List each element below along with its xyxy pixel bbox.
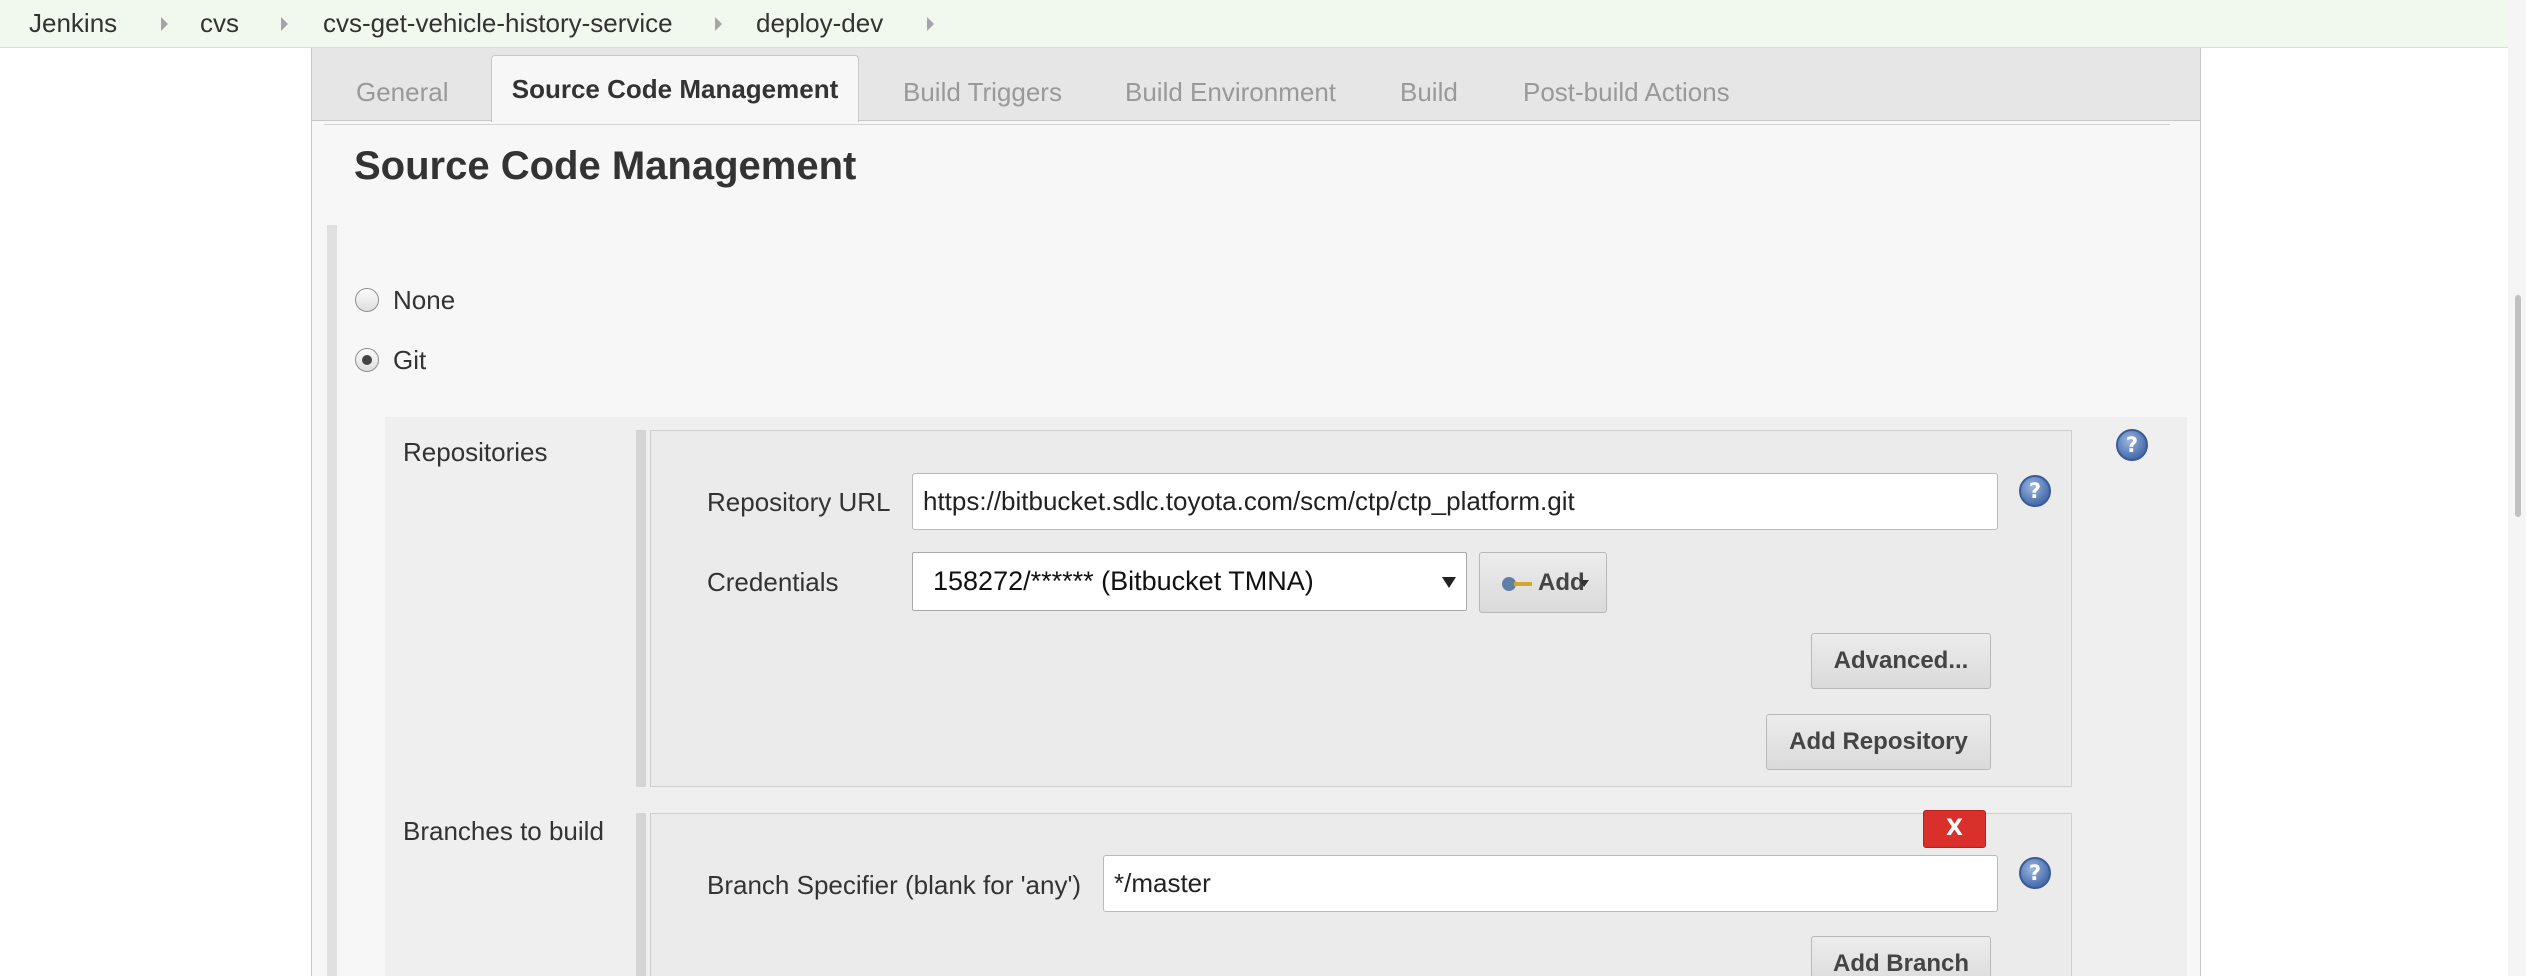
tab-divider — [324, 124, 2170, 125]
help-icon[interactable]: ? — [2019, 475, 2051, 507]
branch-box: X Branch Specifier (blank for 'any') */m… — [650, 810, 2072, 976]
help-icon[interactable]: ? — [2116, 429, 2148, 461]
credentials-label: Credentials — [707, 567, 839, 597]
dropdown-arrow-icon — [1442, 577, 1456, 588]
breadcrumb-arrow-icon[interactable] — [927, 17, 934, 31]
add-credentials-label: Add — [1538, 569, 1585, 596]
scm-section: None Git Repositories Repository URL htt… — [327, 225, 2187, 976]
radio-none-label[interactable]: None — [393, 280, 455, 320]
add-repository-button[interactable]: Add Repository — [1766, 714, 1991, 770]
breadcrumb: Jenkins cvs cvs-get-vehicle-history-serv… — [0, 0, 2526, 48]
radio-git[interactable] — [355, 348, 379, 372]
tab-build-environment[interactable]: Build Environment — [1125, 68, 1336, 121]
delete-branch-button[interactable]: X — [1923, 810, 1986, 848]
breadcrumb-arrow-icon[interactable] — [715, 17, 722, 31]
git-config-block: Repositories Repository URL https://bitb… — [385, 417, 2187, 976]
radio-none[interactable] — [355, 288, 379, 312]
page-scrollbar-thumb[interactable] — [2515, 295, 2521, 517]
breadcrumb-arrow-icon[interactable] — [161, 17, 168, 31]
advanced-button[interactable]: Advanced... — [1811, 633, 1991, 689]
repository-box: Repository URL https://bitbucket.sdlc.to… — [650, 430, 2072, 787]
config-panel: General Source Code Management Build Tri… — [311, 48, 2201, 976]
section-indent-bar — [327, 225, 337, 976]
repositories-group-bar — [636, 430, 646, 787]
breadcrumb-item-job[interactable]: deploy-dev — [756, 0, 883, 46]
repository-url-label: Repository URL — [707, 487, 891, 517]
tab-post-build-actions[interactable]: Post-build Actions — [1523, 68, 1730, 121]
jenkins-config-page: Jenkins cvs cvs-get-vehicle-history-serv… — [0, 0, 2526, 976]
branches-group-bar — [636, 813, 646, 976]
add-branch-button[interactable]: Add Branch — [1811, 936, 1991, 976]
section-title: Source Code Management — [354, 144, 857, 188]
credentials-select-value: 158272/****** (Bitbucket TMNA) — [933, 566, 1314, 596]
tab-source-code-management[interactable]: Source Code Management — [491, 55, 859, 122]
config-tabbar: General Source Code Management Build Tri… — [312, 48, 2200, 122]
add-credentials-button[interactable]: Add — [1479, 552, 1607, 613]
tab-build[interactable]: Build — [1400, 68, 1458, 121]
branch-specifier-input[interactable]: */master — [1103, 855, 1998, 912]
branches-to-build-label: Branches to build — [403, 816, 604, 846]
breadcrumb-arrow-icon[interactable] — [281, 17, 288, 31]
dropdown-caret-icon — [1579, 580, 1589, 587]
breadcrumb-item-jenkins[interactable]: Jenkins — [29, 0, 117, 46]
tab-general[interactable]: General — [356, 68, 449, 121]
help-icon[interactable]: ? — [2019, 857, 2051, 889]
radio-git-label[interactable]: Git — [393, 340, 426, 380]
breadcrumb-item-cvs[interactable]: cvs — [200, 0, 239, 46]
credentials-select[interactable]: 158272/****** (Bitbucket TMNA) — [912, 552, 1467, 611]
repositories-label: Repositories — [403, 437, 548, 467]
branch-specifier-label: Branch Specifier (blank for 'any') — [707, 870, 1082, 900]
key-icon — [1502, 577, 1532, 591]
repository-url-input[interactable]: https://bitbucket.sdlc.toyota.com/scm/ct… — [912, 473, 1998, 530]
breadcrumb-item-service[interactable]: cvs-get-vehicle-history-service — [323, 0, 673, 46]
tab-build-triggers[interactable]: Build Triggers — [903, 68, 1062, 121]
